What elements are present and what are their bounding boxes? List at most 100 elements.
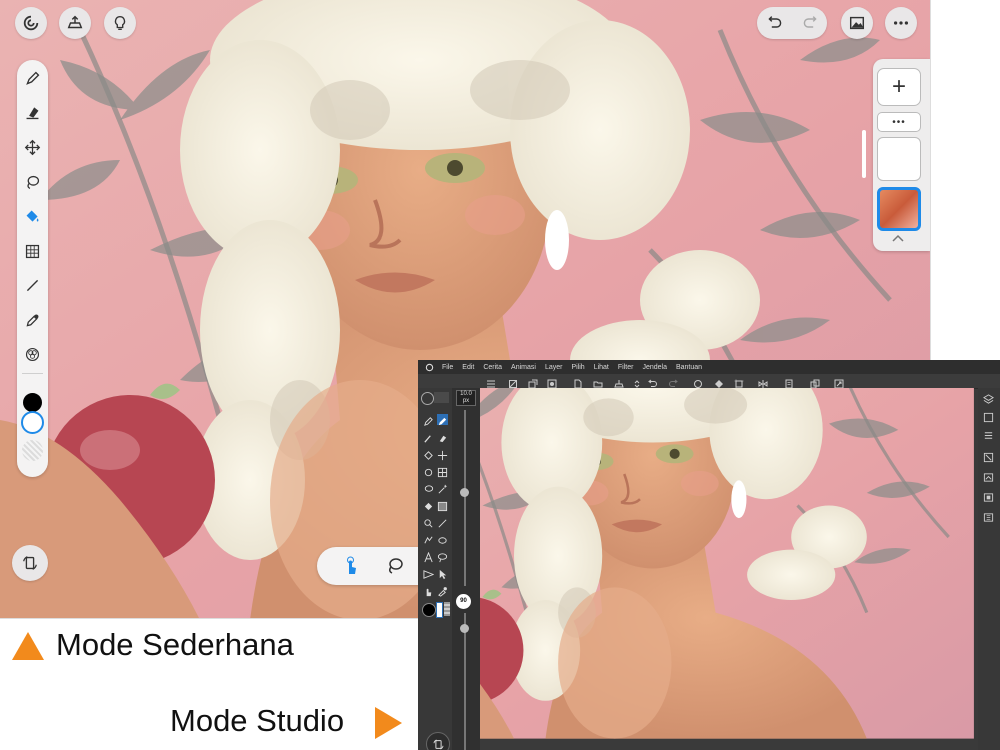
brush-size-readout: 10.0 px (456, 390, 476, 406)
eyedropper-icon[interactable] (437, 584, 448, 597)
pen-icon[interactable] (423, 414, 434, 426)
material-icon[interactable] (983, 470, 994, 482)
cursor-icon[interactable] (437, 567, 448, 580)
layer-thumbnail-blank[interactable] (877, 137, 921, 181)
line-icon[interactable] (437, 516, 448, 528)
secondary-color-swatch[interactable] (21, 411, 44, 434)
toolbar-divider (22, 373, 43, 374)
studio-artwork-canvas[interactable] (480, 388, 978, 750)
brush-icon[interactable] (437, 414, 448, 426)
magic-wand-icon[interactable] (437, 482, 448, 494)
lasso-icon[interactable] (22, 172, 43, 193)
hand-icon[interactable] (423, 584, 434, 597)
undo-icon[interactable] (757, 7, 792, 39)
paint-bucket-icon[interactable] (423, 448, 434, 460)
color-wheel-icon[interactable] (22, 344, 43, 365)
document-icon[interactable] (784, 376, 794, 389)
history-icon[interactable] (983, 510, 994, 522)
hamburger-icon[interactable] (486, 376, 496, 388)
gradient-icon[interactable] (437, 499, 448, 512)
move-icon[interactable] (22, 137, 43, 158)
menu-file[interactable]: File (442, 364, 453, 371)
line-icon[interactable] (22, 275, 43, 296)
app-logo-icon[interactable] (422, 360, 436, 374)
chevron-up-icon[interactable] (891, 231, 905, 243)
scroll-handle[interactable] (862, 130, 866, 178)
layer-thumbnail-artwork[interactable] (877, 187, 921, 231)
touch-hand-icon[interactable] (341, 556, 361, 576)
opacity-track (464, 613, 466, 750)
new-file-icon[interactable] (573, 376, 583, 389)
navigator-icon[interactable] (983, 490, 994, 502)
add-layer-button[interactable]: + (877, 68, 921, 106)
export-icon[interactable] (614, 376, 624, 388)
brush-size-slider[interactable] (460, 488, 469, 497)
color-set-icon[interactable] (983, 450, 994, 463)
mode-switch-icon[interactable] (12, 545, 48, 581)
layer-panel: + ••• (873, 59, 930, 251)
copy-icon[interactable] (810, 376, 820, 389)
sub-tool-icon[interactable] (983, 410, 994, 423)
undo-icon[interactable] (648, 376, 658, 387)
perspective-icon[interactable] (423, 567, 435, 579)
menu-lihat[interactable]: Lihat (594, 364, 609, 371)
tool-bar (17, 60, 48, 477)
fill-icon[interactable] (714, 376, 724, 388)
more-icon[interactable] (885, 7, 917, 39)
lasso-icon[interactable] (423, 482, 434, 493)
circle-select-icon[interactable] (693, 376, 703, 388)
app-logo-icon[interactable] (15, 7, 47, 39)
fill-icon[interactable] (423, 499, 434, 511)
primary-color-swatch[interactable] (422, 603, 436, 617)
eraser-icon[interactable] (437, 431, 448, 443)
pen-icon[interactable] (22, 68, 43, 89)
eyedropper-icon[interactable] (22, 310, 43, 331)
text-icon[interactable] (423, 550, 434, 563)
clone-icon[interactable] (423, 516, 434, 528)
flip-icon[interactable] (758, 376, 768, 388)
transform-icon[interactable] (734, 376, 744, 389)
crop-icon[interactable] (508, 376, 518, 388)
gallery-icon[interactable] (841, 7, 873, 39)
grid-icon[interactable] (437, 465, 448, 478)
eraser-icon[interactable] (22, 102, 43, 123)
export-image-icon[interactable] (834, 376, 844, 389)
menu-cerita[interactable]: Cerita (483, 364, 502, 371)
menu-edit[interactable]: Edit (462, 364, 474, 371)
menu-bantuan[interactable]: Bantuan (676, 364, 702, 371)
brush-size-small-icon[interactable] (434, 392, 449, 403)
primary-color-swatch[interactable] (23, 393, 42, 412)
menu-pilih[interactable]: Pilih (571, 364, 584, 371)
brush-preset-icon[interactable] (421, 392, 434, 405)
layer-options-button[interactable]: ••• (877, 112, 921, 132)
open-folder-icon[interactable] (593, 376, 603, 388)
redo-icon[interactable] (668, 376, 678, 387)
secondary-color-swatch[interactable] (436, 602, 443, 618)
opacity-slider[interactable] (460, 624, 469, 633)
move-icon[interactable] (437, 448, 448, 461)
menu-animasi[interactable]: Animasi (511, 364, 536, 371)
lasso-icon[interactable] (385, 556, 405, 576)
transform-grid-icon[interactable] (22, 241, 43, 262)
mode-switch-icon[interactable] (426, 732, 450, 750)
liquify-icon[interactable] (423, 533, 434, 544)
export-icon[interactable] (59, 7, 91, 39)
menu-jendela[interactable]: Jendela (642, 364, 667, 371)
lightbulb-icon[interactable] (104, 7, 136, 39)
pencil-icon[interactable] (423, 431, 434, 443)
reference-icon[interactable] (547, 376, 557, 389)
smudge-icon[interactable] (423, 465, 434, 477)
texture-swatch[interactable] (22, 440, 43, 461)
chevron-updown-icon[interactable] (632, 376, 642, 388)
redo-icon[interactable] (792, 7, 827, 39)
menu-filter[interactable]: Filter (618, 364, 634, 371)
speech-bubble-icon[interactable] (437, 550, 448, 563)
texture-swatch[interactable] (444, 602, 450, 616)
triangle-up-icon (10, 628, 46, 664)
fill-icon[interactable] (22, 206, 43, 227)
properties-icon[interactable] (983, 428, 994, 439)
layer-transform-icon[interactable] (528, 376, 538, 389)
menu-layer[interactable]: Layer (545, 364, 563, 371)
layers-icon[interactable] (983, 392, 994, 404)
shape-icon[interactable] (437, 533, 448, 544)
